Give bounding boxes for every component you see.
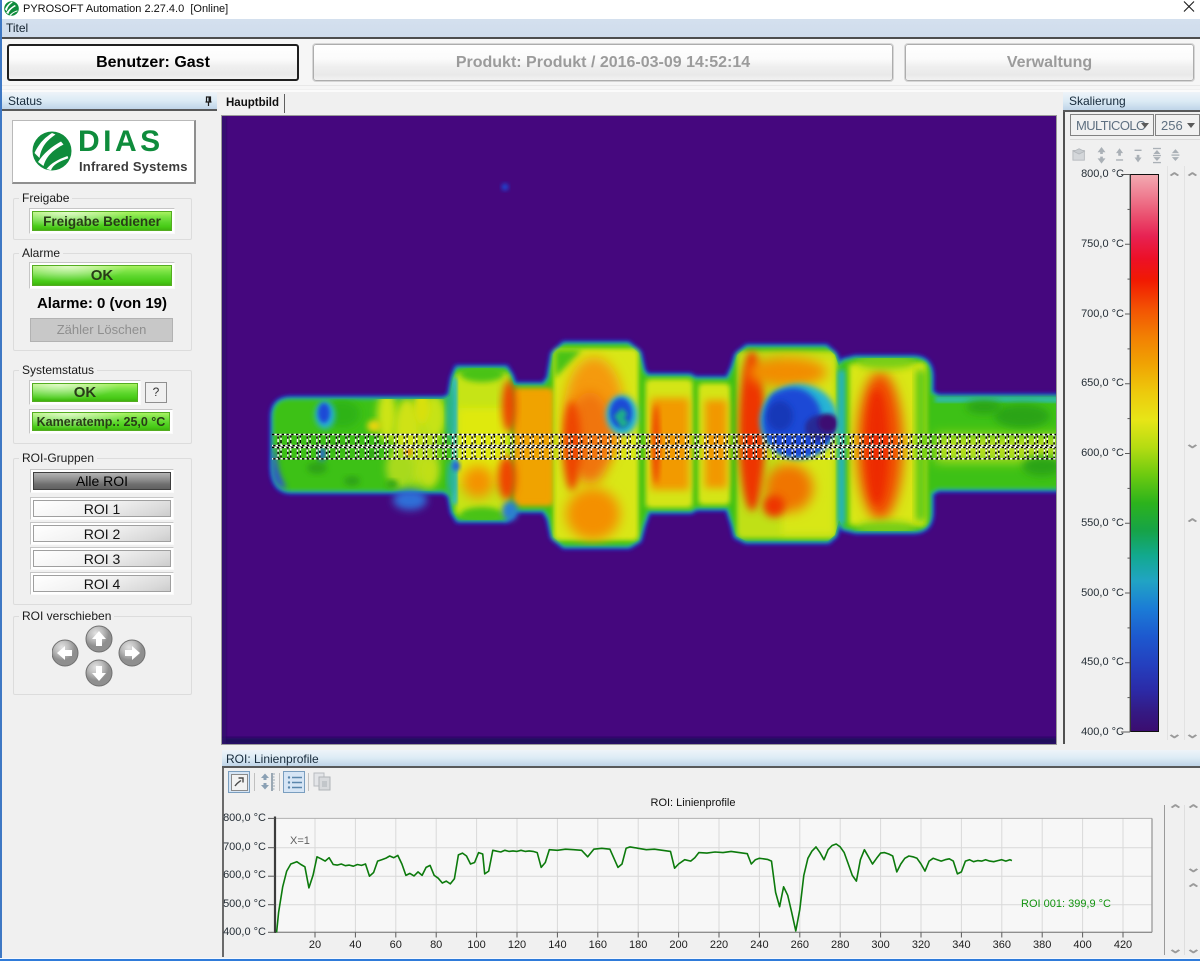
svg-text:ROI 001: 399,9 °C: ROI 001: 399,9 °C bbox=[1021, 898, 1111, 910]
svg-text:X=1: X=1 bbox=[290, 835, 310, 847]
